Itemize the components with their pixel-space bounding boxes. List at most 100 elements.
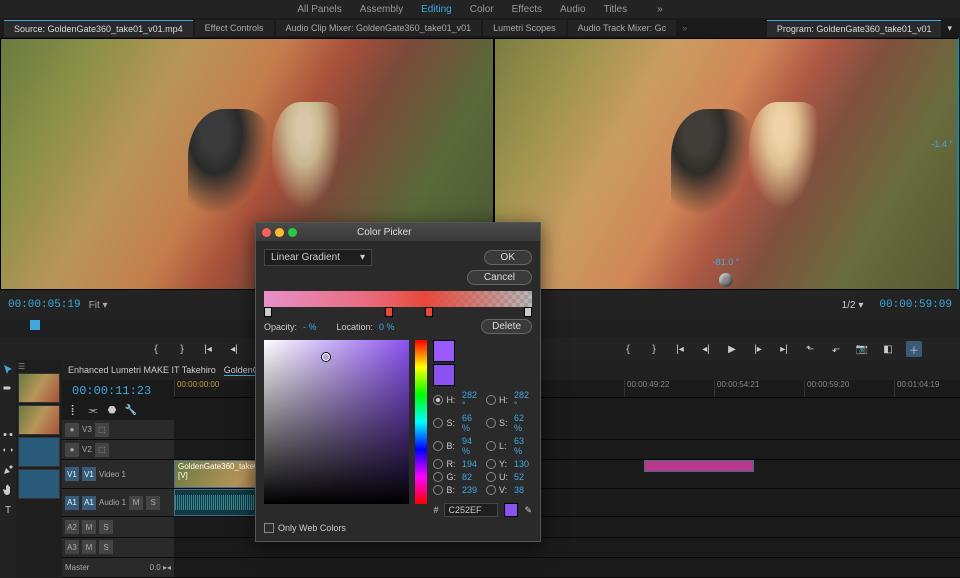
prog-mark-in-button[interactable]: { — [620, 341, 636, 357]
timeline-timecode[interactable]: 00:00:11:23 — [66, 382, 170, 400]
hsl-h-input[interactable]: 282 ° — [514, 390, 532, 410]
a3-target[interactable]: A3 — [65, 540, 79, 554]
comparison-icon[interactable]: ◧ — [880, 341, 896, 357]
v3-toggle[interactable]: ● — [65, 423, 79, 437]
gradient-preview[interactable] — [264, 291, 532, 307]
workspace-tab-assembly[interactable]: Assembly — [360, 4, 403, 15]
hsl-s-input[interactable]: 62 % — [514, 413, 532, 433]
hsb-b-input[interactable]: 94 % — [462, 436, 480, 456]
sequence-tab-1[interactable]: Enhanced Lumetri MAKE IT Takehiro — [68, 365, 216, 375]
prog-step-fwd-button[interactable]: |▸ — [750, 341, 766, 357]
prog-play-button[interactable]: ▶ — [724, 341, 740, 357]
panel-overflow-icon[interactable]: » — [678, 23, 691, 33]
workspace-tab-audio[interactable]: Audio — [560, 4, 586, 15]
a3-mute[interactable]: M — [82, 540, 96, 554]
close-icon[interactable] — [262, 228, 271, 237]
hue-slider[interactable] — [415, 340, 427, 504]
v1-src[interactable]: V1 — [65, 467, 79, 481]
audio-track-mixer-tab[interactable]: Audio Track Mixer: Gc — [568, 20, 677, 36]
workspace-tab-all[interactable]: All Panels — [297, 4, 341, 15]
a1-solo[interactable]: S — [146, 496, 160, 510]
workspace-tab-color[interactable]: Color — [470, 4, 494, 15]
a3-solo[interactable]: S — [99, 540, 113, 554]
delete-stop-button[interactable]: Delete — [481, 319, 532, 334]
a2-solo[interactable]: S — [99, 520, 113, 534]
v3-lock[interactable]: ⬚ — [95, 423, 109, 437]
go-in-button[interactable]: |◂ — [200, 341, 216, 357]
workspace-overflow-icon[interactable]: » — [657, 4, 663, 15]
a1-src[interactable]: A1 — [65, 496, 79, 510]
radio-b[interactable] — [433, 441, 443, 451]
a1-target[interactable]: A1 — [82, 496, 96, 510]
v1-target[interactable]: V1 — [82, 467, 96, 481]
dialog-titlebar[interactable]: Color Picker — [256, 223, 540, 241]
yuv-v-input[interactable]: 38 — [514, 485, 532, 495]
project-icon[interactable]: ☰ — [18, 362, 60, 371]
source-timecode[interactable]: 00:00:05:19 — [8, 299, 81, 311]
v2-lock[interactable]: ⬚ — [95, 443, 109, 457]
project-thumb-4[interactable] — [18, 469, 60, 499]
program-panel-tab[interactable]: Program: GoldenGate360_take01_v01 — [767, 20, 942, 37]
radio-y[interactable] — [486, 459, 496, 469]
radio-l[interactable] — [486, 441, 496, 451]
hsb-h-input[interactable]: 282 ° — [462, 390, 480, 410]
extract-button[interactable]: ⬐ — [828, 341, 844, 357]
snap-icon[interactable]: ⡇ — [66, 402, 82, 418]
radio-r[interactable] — [433, 459, 443, 469]
slip-tool[interactable] — [0, 442, 16, 458]
camera-icon[interactable]: 📷 — [854, 341, 870, 357]
panel-menu-icon[interactable]: ▾ — [947, 23, 952, 34]
a2-mute[interactable]: M — [82, 520, 96, 534]
step-back-button[interactable]: ◂| — [226, 341, 242, 357]
only-web-colors-checkbox[interactable]: Only Web Colors — [264, 523, 532, 533]
project-thumb-3[interactable] — [18, 437, 60, 467]
gradient-type-dropdown[interactable]: Linear Gradient▾ — [264, 249, 372, 266]
rgb-g-input[interactable]: 82 — [462, 472, 480, 482]
hand-tool[interactable] — [0, 482, 16, 498]
radio-v[interactable] — [486, 485, 496, 495]
lumetri-marker[interactable] — [644, 460, 754, 472]
hsb-s-input[interactable]: 66 % — [462, 413, 480, 433]
pen-tool[interactable] — [0, 462, 16, 478]
rgb-b-input[interactable]: 239 — [462, 485, 480, 495]
program-zoom-dropdown[interactable]: 1/2 ▾ — [842, 300, 864, 311]
zoom-icon[interactable] — [288, 228, 297, 237]
gradient-stop-start[interactable] — [264, 307, 272, 317]
marker-icon[interactable]: ⬣ — [104, 402, 120, 418]
playhead-icon[interactable] — [30, 320, 40, 330]
workspace-tab-editing[interactable]: Editing — [421, 4, 452, 15]
radio-g[interactable] — [433, 472, 443, 482]
project-thumb-2[interactable] — [18, 405, 60, 435]
lumetri-scopes-tab[interactable]: Lumetri Scopes — [483, 20, 566, 36]
audio-clip-mixer-tab[interactable]: Audio Clip Mixer: GoldenGate360_take01_v… — [276, 20, 482, 36]
hex-input[interactable] — [444, 503, 498, 517]
eyedropper-icon[interactable]: ✎ — [524, 505, 532, 516]
yuv-y-input[interactable]: 130 — [514, 459, 532, 469]
a1-mute[interactable]: M — [129, 496, 143, 510]
a2-target[interactable]: A2 — [65, 520, 79, 534]
radio-hsl-s[interactable] — [486, 418, 496, 428]
workspace-tab-effects[interactable]: Effects — [512, 4, 542, 15]
gradient-stop-mid2[interactable] — [425, 307, 433, 317]
radio-bb[interactable] — [433, 485, 443, 495]
ok-button[interactable]: OK — [484, 250, 532, 265]
yuv-u-input[interactable]: 52 — [514, 472, 532, 482]
opacity-value[interactable]: - % — [303, 322, 317, 332]
project-thumb-1[interactable] — [18, 373, 60, 403]
prog-mark-out-button[interactable]: } — [646, 341, 662, 357]
wrench-icon[interactable]: 🔧 — [123, 402, 139, 418]
hsl-l-input[interactable]: 63 % — [514, 436, 532, 456]
selection-tool[interactable] — [0, 362, 16, 378]
vr-trackball[interactable] — [719, 273, 733, 287]
gradient-stops[interactable] — [264, 309, 532, 319]
radio-s[interactable] — [433, 418, 443, 428]
effect-controls-tab[interactable]: Effect Controls — [195, 20, 274, 36]
track-select-tool[interactable] — [0, 382, 16, 398]
location-value[interactable]: 0 % — [379, 322, 395, 332]
add-button[interactable]: ＋ — [906, 341, 922, 357]
minimize-icon[interactable] — [275, 228, 284, 237]
zoom-fit-dropdown[interactable]: Fit ▾ — [89, 300, 108, 311]
saturation-value-field[interactable] — [264, 340, 409, 504]
mark-in-button[interactable]: { — [148, 341, 164, 357]
ripple-tool[interactable] — [0, 402, 16, 418]
